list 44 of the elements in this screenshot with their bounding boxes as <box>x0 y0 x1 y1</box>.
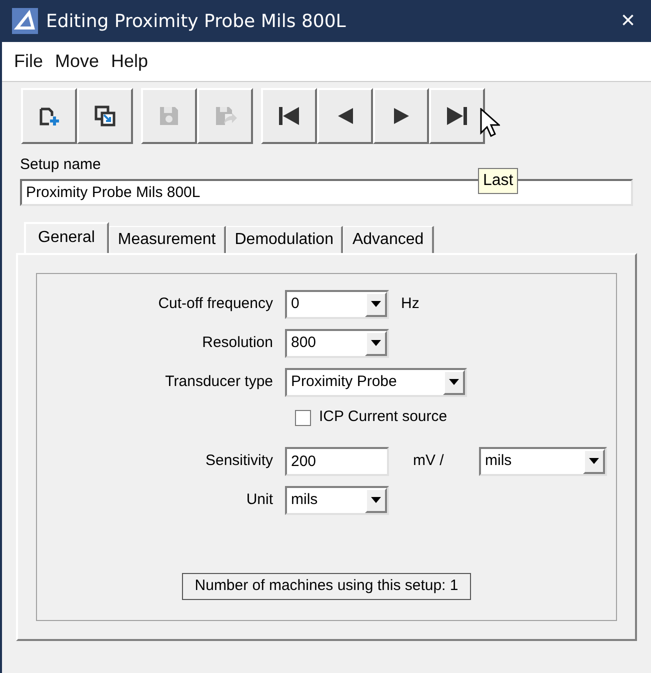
toolbar-button[interactable] <box>77 88 133 144</box>
close-button[interactable]: × <box>612 9 643 33</box>
status-text: Number of machines using this setup: 1 <box>182 573 472 600</box>
field-label: Sensitivity <box>204 450 274 471</box>
toolbar-button[interactable] <box>21 88 77 144</box>
caret-icon <box>371 340 381 346</box>
field-label: Transducer type <box>164 372 274 392</box>
caret-icon <box>449 379 459 385</box>
checkbox-label: ICP Current source <box>319 407 448 428</box>
field-label: Setup name <box>20 155 102 175</box>
skip-back-icon <box>277 104 301 128</box>
menu-item[interactable]: File <box>10 48 48 75</box>
tab[interactable]: General <box>24 222 109 252</box>
mouse-cursor-icon <box>480 108 500 138</box>
dropdown[interactable]: 0 <box>285 290 389 318</box>
unit-label: Hz <box>401 294 420 314</box>
copy-icon <box>93 104 117 128</box>
dropdown[interactable]: 800 <box>285 328 389 358</box>
dropdown[interactable]: Proximity Probe <box>285 368 467 396</box>
app-logo-icon <box>12 8 38 34</box>
tab[interactable]: Advanced <box>343 226 434 252</box>
dropdown[interactable]: mils <box>285 486 389 514</box>
field-label: Cut-off frequency <box>157 294 274 314</box>
toolbar-button[interactable] <box>373 88 429 144</box>
tab[interactable]: Measurement <box>108 226 226 252</box>
floppy-arrow-icon <box>213 104 237 128</box>
caret-icon <box>371 301 381 307</box>
menu-item[interactable]: Help <box>107 48 152 75</box>
menu-item[interactable]: Move <box>51 48 104 75</box>
tab[interactable]: Demodulation <box>226 226 344 252</box>
field-label: Resolution <box>201 332 274 353</box>
unit-label: mV / <box>413 450 445 471</box>
dropdown[interactable]: mils <box>479 446 607 476</box>
skip-forward-icon <box>445 104 469 128</box>
checkbox[interactable] <box>295 410 311 426</box>
toolbar-button[interactable] <box>429 88 485 144</box>
text-field[interactable]: 200 <box>285 446 389 476</box>
window-title: Editing Proximity Probe Mils 800L <box>46 10 347 34</box>
caret-icon <box>371 497 381 503</box>
toolbar-button[interactable] <box>317 88 373 144</box>
field-label: Unit <box>245 490 274 510</box>
caret-icon <box>589 458 599 464</box>
tooltip: Last <box>478 168 518 194</box>
toolbar-button[interactable] <box>261 88 317 144</box>
